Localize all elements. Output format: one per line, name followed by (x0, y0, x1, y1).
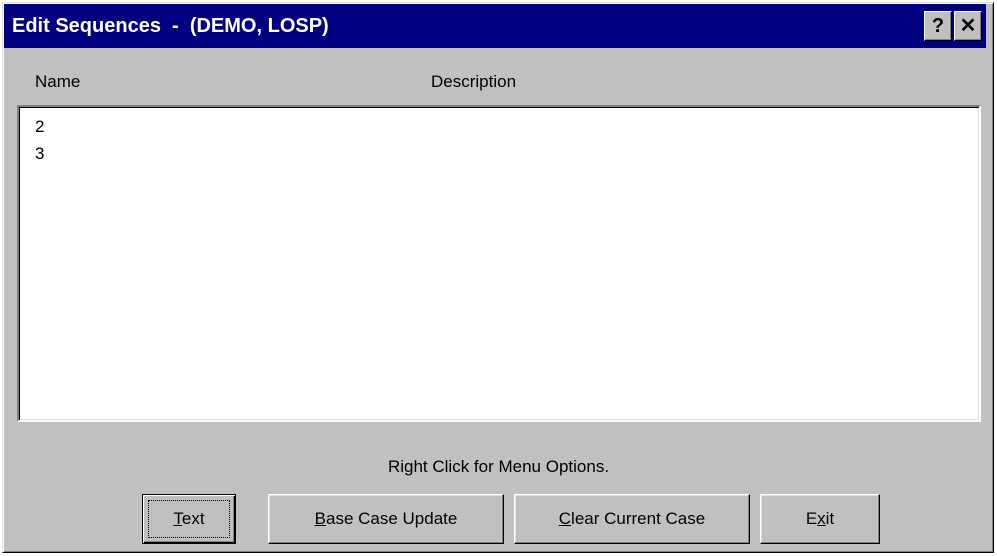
list-item-name: 3 (35, 144, 45, 163)
base-case-update-button[interactable]: Base Case Update (268, 494, 504, 544)
clear-current-case-mnemonic: C (558, 509, 572, 528)
base-case-update-mnemonic: B (314, 509, 326, 528)
list-item[interactable]: 2 (35, 117, 44, 137)
clear-current-case-label: lear Current Case (571, 509, 706, 528)
close-icon: ✕ (959, 15, 977, 37)
window-title: Edit Sequences - (DEMO, LOSP) (12, 15, 329, 37)
list-item[interactable]: 3 (35, 144, 44, 164)
clear-current-case-button[interactable]: Clear Current Case (514, 494, 750, 544)
text-button[interactable]: Text (142, 494, 236, 544)
sequence-listbox[interactable]: 2 3 (17, 105, 981, 422)
column-header-name: Name (35, 72, 81, 91)
help-button[interactable]: ? (924, 11, 952, 41)
focus-rectangle (148, 500, 230, 538)
exit-label-start: E (805, 509, 818, 528)
exit-button[interactable]: Exit (760, 494, 880, 544)
close-button[interactable]: ✕ (954, 11, 982, 41)
exit-mnemonic: x (817, 509, 826, 528)
list-item-name: 2 (35, 117, 45, 136)
menu-hint-text: Right Click for Menu Options. (387, 457, 610, 476)
help-icon: ? (931, 15, 945, 37)
column-header-description: Description (431, 72, 517, 91)
title-bar[interactable]: Edit Sequences - (DEMO, LOSP) ? ✕ (4, 4, 986, 48)
base-case-update-label: ase Case Update (325, 509, 458, 528)
exit-label-rest: it (825, 509, 835, 528)
